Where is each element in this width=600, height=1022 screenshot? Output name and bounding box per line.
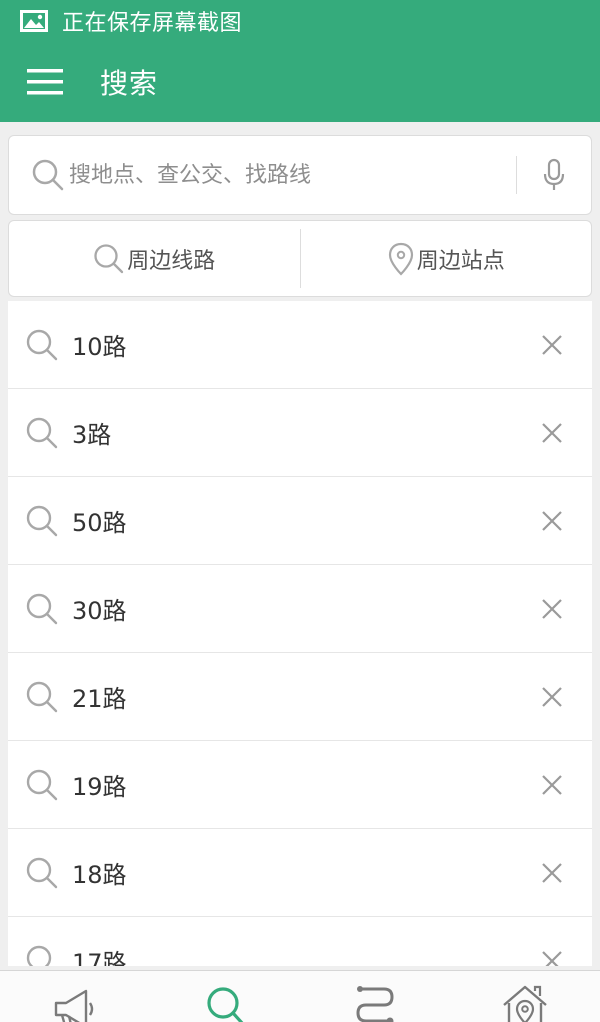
history-item[interactable]: 21路 — [8, 653, 592, 741]
history-item[interactable]: 50路 — [8, 477, 592, 565]
route-icon — [354, 983, 396, 1022]
tab-route[interactable] — [300, 971, 450, 1022]
search-icon — [8, 592, 72, 626]
nearby-stations-label: 周边站点 — [416, 248, 505, 274]
tab-search[interactable] — [150, 971, 300, 1022]
nearby-panel: 周边线路 周边站点 — [8, 220, 592, 297]
menu-icon — [27, 68, 63, 96]
history-item-label: 50路 — [72, 509, 127, 537]
tab-home[interactable] — [450, 971, 600, 1022]
close-icon — [542, 950, 562, 966]
search-icon — [8, 768, 72, 802]
close-icon — [542, 422, 562, 443]
delete-history-button[interactable] — [512, 653, 592, 741]
history-item[interactable]: 30路 — [8, 565, 592, 653]
history-item-label: 17路 — [72, 949, 127, 966]
delete-history-button[interactable] — [512, 301, 592, 389]
history-item[interactable]: 10路 — [8, 301, 592, 389]
bottom-tab-bar — [0, 970, 600, 1022]
history-item-label: 3路 — [72, 421, 112, 449]
search-history-list: 10路 3路 50路 30路 21路 19路 18路 17路 — [8, 301, 592, 966]
menu-button[interactable] — [0, 42, 100, 122]
search-icon — [8, 328, 72, 362]
home-location-icon — [501, 983, 549, 1022]
history-item-label: 18路 — [72, 861, 127, 889]
close-icon — [542, 510, 562, 531]
history-item[interactable]: 19路 — [8, 741, 592, 829]
delete-history-button[interactable] — [512, 917, 592, 966]
history-item-label: 19路 — [72, 773, 127, 801]
page-title: 搜索 — [100, 67, 159, 100]
status-text: 正在保存屏幕截图 — [62, 11, 243, 36]
delete-history-button[interactable] — [512, 741, 592, 829]
search-icon — [93, 243, 125, 275]
nearby-stations-button[interactable]: 周边站点 — [301, 221, 592, 296]
delete-history-button[interactable] — [512, 477, 592, 565]
search-icon — [9, 158, 67, 192]
location-pin-icon — [387, 242, 415, 276]
delete-history-button[interactable] — [512, 389, 592, 477]
search-icon — [8, 856, 72, 890]
close-icon — [542, 334, 562, 355]
history-item-label: 30路 — [72, 597, 127, 625]
search-bar — [8, 135, 592, 215]
megaphone-icon — [52, 983, 98, 1022]
microphone-icon — [542, 158, 566, 192]
search-input[interactable] — [67, 145, 516, 205]
close-icon — [542, 862, 562, 883]
nearby-lines-label: 周边线路 — [127, 248, 216, 274]
voice-search-button[interactable] — [517, 135, 591, 215]
search-icon — [8, 680, 72, 714]
close-icon — [542, 598, 562, 619]
delete-history-button[interactable] — [512, 829, 592, 917]
delete-history-button[interactable] — [512, 565, 592, 653]
search-icon — [8, 504, 72, 538]
app-bar: 搜索 — [0, 42, 600, 122]
search-icon — [8, 944, 72, 966]
close-icon — [542, 774, 562, 795]
image-icon — [20, 10, 48, 32]
history-item-label: 21路 — [72, 685, 127, 713]
search-icon — [8, 416, 72, 450]
tab-announcements[interactable] — [0, 971, 150, 1022]
history-item[interactable]: 18路 — [8, 829, 592, 917]
status-bar: 正在保存屏幕截图 — [0, 0, 600, 42]
history-item-label: 10路 — [72, 333, 127, 361]
nearby-lines-button[interactable]: 周边线路 — [9, 221, 300, 296]
history-item[interactable]: 17路 — [8, 917, 592, 966]
close-icon — [542, 686, 562, 707]
history-item[interactable]: 3路 — [8, 389, 592, 477]
search-icon — [205, 983, 245, 1022]
